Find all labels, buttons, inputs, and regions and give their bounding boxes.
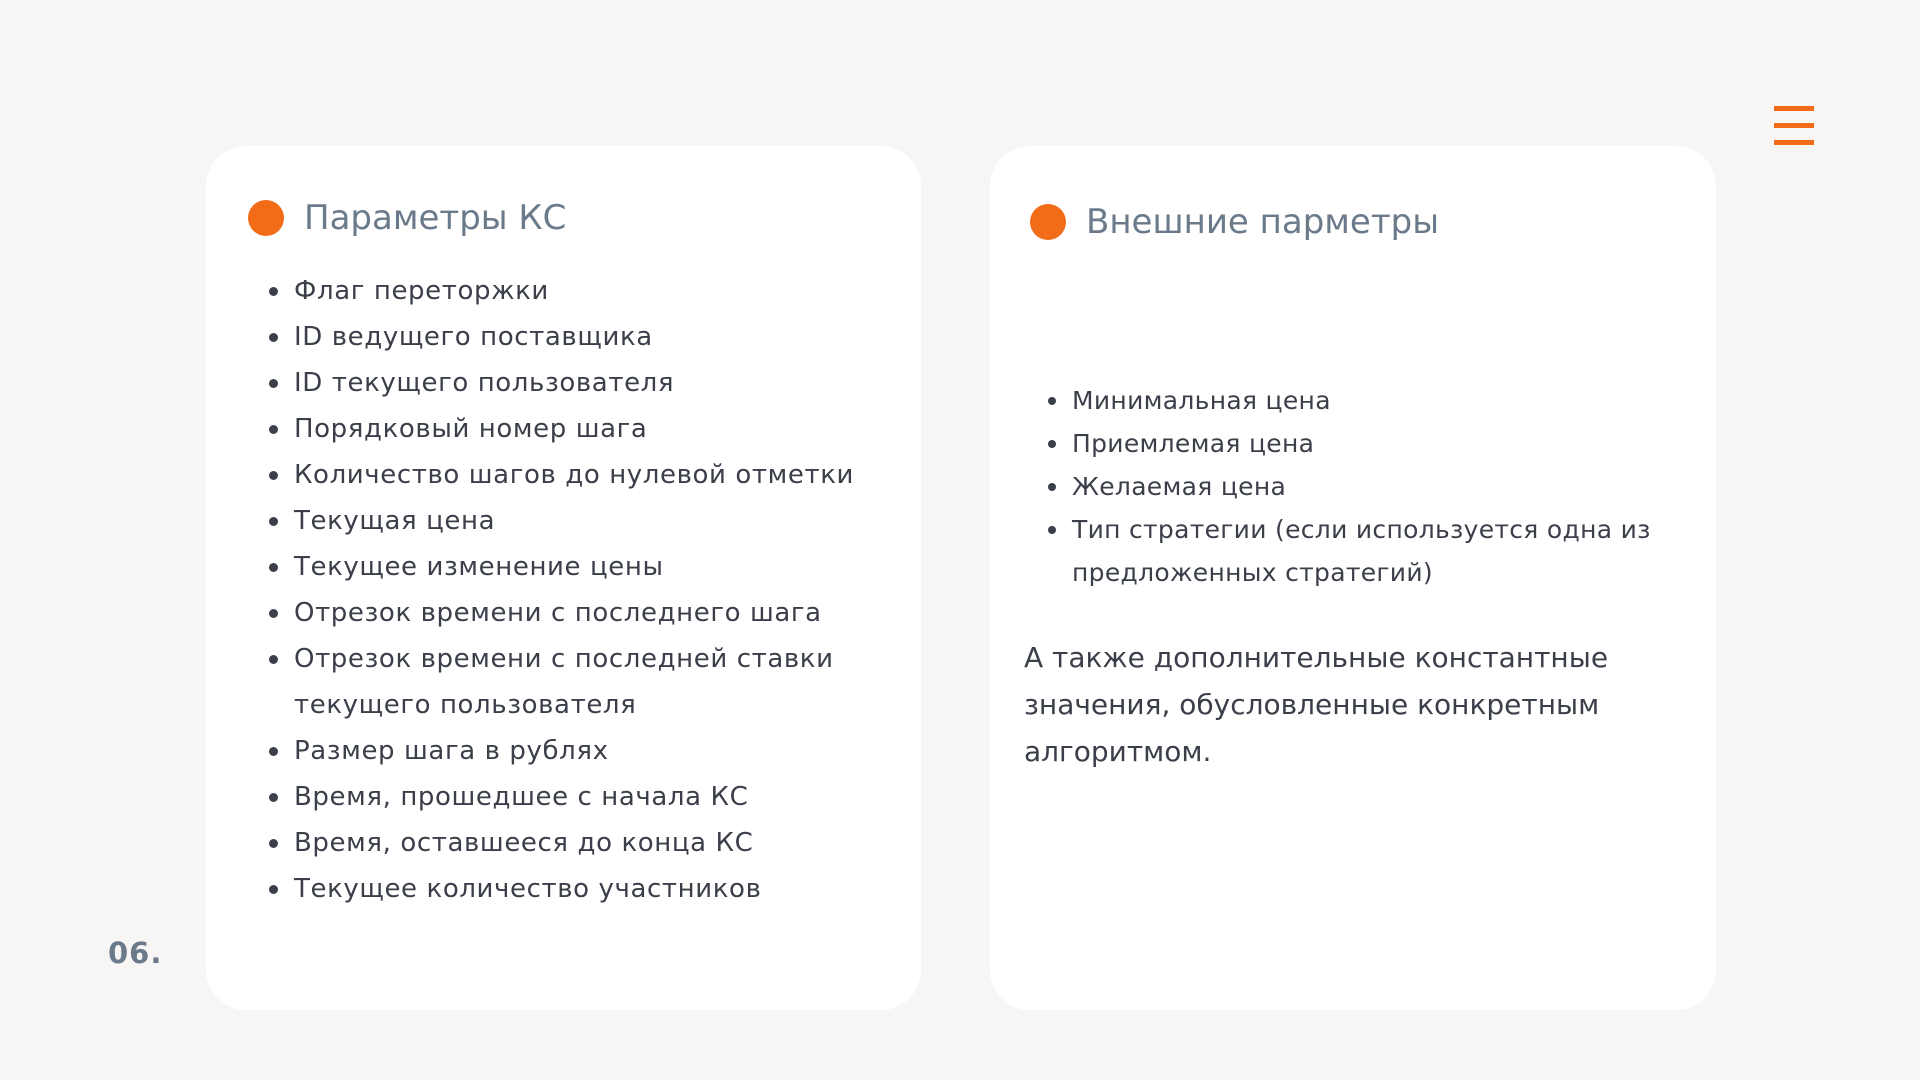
external-parameters-card: Внешние парметры Минимальная цена Приемл… <box>990 146 1716 1010</box>
list-item: Желаемая цена <box>1046 465 1651 508</box>
ks-parameters-card: Параметры КС Флаг переторжки ID ведущего… <box>206 146 921 1010</box>
menu-bar <box>1774 106 1814 111</box>
list-item-line: Тип стратегии (если используется одна из <box>1072 515 1651 544</box>
menu-bar <box>1774 123 1814 128</box>
list-item: Текущая цена <box>266 498 854 544</box>
orange-dot-icon <box>248 200 284 236</box>
list-item: Размер шага в рублях <box>266 728 854 774</box>
list-item: Порядковый номер шага <box>266 406 854 452</box>
list-item: Время, оставшееся до конца КС <box>266 820 854 866</box>
card-title: Параметры КС <box>304 198 567 238</box>
list-item-line: Отрезок времени с последней ставки <box>294 644 834 674</box>
list-item-line: текущего пользователя <box>294 690 637 720</box>
list-item: ID ведущего поставщика <box>266 314 854 360</box>
external-parameters-list: Минимальная цена Приемлемая цена Желаема… <box>1046 379 1651 594</box>
list-item: Текущее количество участников <box>266 866 854 912</box>
list-item: Время, прошедшее с начала КС <box>266 774 854 820</box>
list-item-line: предложенных стратегий) <box>1072 558 1433 587</box>
list-item: Отрезок времени с последней ставки текуще… <box>266 636 854 728</box>
list-item: Отрезок времени с последнего шага <box>266 590 854 636</box>
hamburger-menu-icon[interactable] <box>1774 106 1814 146</box>
card-title: Внешние парметры <box>1086 202 1440 242</box>
list-item: Приемлемая цена <box>1046 422 1651 465</box>
menu-bar <box>1774 140 1814 145</box>
ks-parameters-list: Флаг переторжки ID ведущего поставщика I… <box>266 268 854 912</box>
list-item: Тип стратегии (если используется одна из… <box>1046 508 1651 594</box>
additional-note: А также дополнительные константные значе… <box>1024 641 1609 768</box>
page-number: 06. <box>108 936 163 970</box>
orange-dot-icon <box>1030 204 1066 240</box>
card-header: Внешние парметры <box>1030 204 1439 240</box>
list-item: ID текущего пользователя <box>266 360 854 406</box>
list-item: Минимальная цена <box>1046 379 1651 422</box>
list-item: Текущее изменение цены <box>266 544 854 590</box>
list-item: Количество шагов до нулевой отметки <box>266 452 854 498</box>
list-item: Флаг переторжки <box>266 268 854 314</box>
card-header: Параметры КС <box>248 200 566 236</box>
